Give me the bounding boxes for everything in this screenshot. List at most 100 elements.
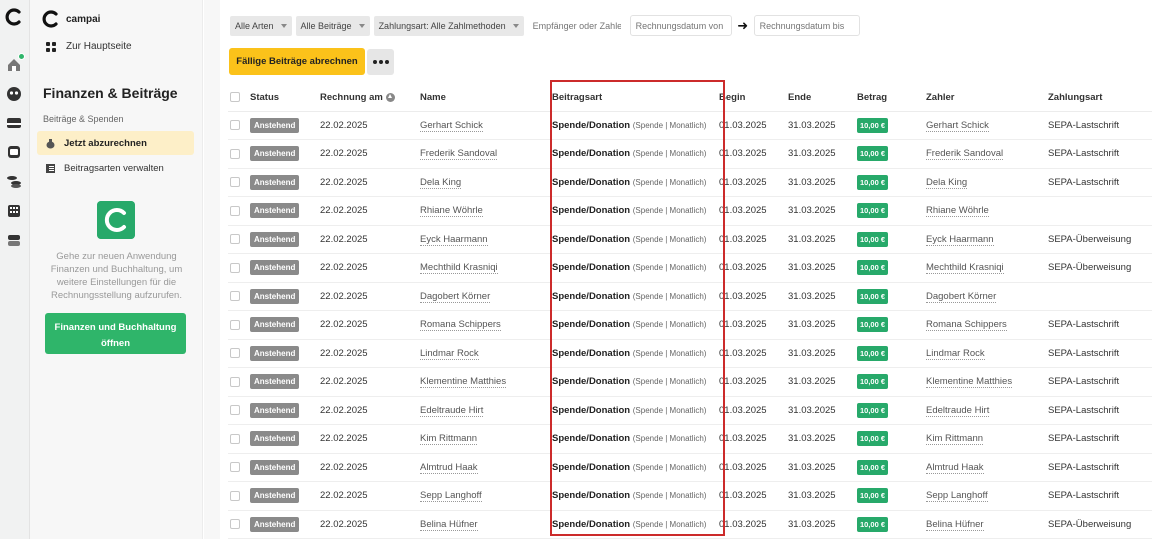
row-checkbox[interactable]: [230, 291, 240, 302]
member-name-link[interactable]: Gerhart Schick: [420, 119, 483, 132]
invoice-date-cell: 22.02.2025: [318, 339, 418, 368]
campai-logo[interactable]: [5, 8, 23, 26]
table-row[interactable]: Anstehend 22.02.2025 Belina Hüfner Spende/D…: [228, 510, 1152, 539]
recipient-input[interactable]: [527, 15, 626, 36]
payer-link[interactable]: Frederik Sandoval: [926, 148, 1004, 161]
payer-cell: Dela King: [924, 168, 1046, 197]
table-row[interactable]: Anstehend 22.02.2025 Edeltraude Hirt Spende…: [228, 396, 1152, 425]
types-select[interactable]: Alle Arten: [230, 15, 292, 36]
payer-link[interactable]: Gerhart Schick: [926, 119, 989, 132]
payer-link[interactable]: Almtrud Haak: [926, 461, 984, 474]
row-checkbox[interactable]: [230, 462, 240, 473]
row-checkbox[interactable]: [230, 148, 240, 159]
payment-method-cell: SEPA-Lastschrift: [1046, 453, 1152, 482]
table-row[interactable]: Anstehend 22.02.2025 Sepp Langhoff Spende/D…: [228, 481, 1152, 511]
payer-link[interactable]: Rhiane Wöhrle: [926, 205, 989, 218]
row-checkbox[interactable]: [230, 376, 240, 387]
row-checkbox[interactable]: [230, 319, 240, 330]
payer-link[interactable]: Kim Rittmann: [926, 433, 984, 446]
amount-badge: 10,00 €: [857, 260, 889, 276]
member-name-link[interactable]: Dagobert Körner: [420, 290, 491, 303]
name-cell: Almtrud Haak: [418, 453, 540, 482]
row-checkbox[interactable]: [230, 405, 240, 416]
brand[interactable]: campai: [42, 10, 100, 28]
member-name-link[interactable]: Belina Hüfner: [420, 518, 478, 531]
col-payment-method[interactable]: Zahlungsart: [1046, 84, 1152, 112]
table-row[interactable]: Anstehend 22.02.2025 Lindmar Rock Spende/Do…: [228, 339, 1152, 368]
date-to-input[interactable]: [753, 15, 860, 36]
select-all-checkbox[interactable]: [230, 92, 240, 103]
row-checkbox[interactable]: [230, 205, 240, 216]
member-name-link[interactable]: Frederik Sandoval: [420, 148, 498, 161]
payer-link[interactable]: Edeltraude Hirt: [926, 404, 990, 417]
table-row[interactable]: Anstehend 22.02.2025 Mechthild Krasniqi Spe…: [228, 253, 1152, 283]
table-row[interactable]: Anstehend 22.02.2025 Dagobert Körner Spende…: [228, 282, 1152, 311]
payer-link[interactable]: Klementine Matthies: [926, 376, 1013, 389]
stack-icon[interactable]: [6, 232, 22, 248]
sidebar-item-due[interactable]: Jetzt abzurechnen: [37, 131, 194, 155]
open-finance-button[interactable]: Finanzen und Buchhaltung öffnen: [45, 313, 186, 354]
date-from-input[interactable]: [629, 15, 732, 36]
col-payer[interactable]: Zahler: [924, 84, 1046, 112]
col-name[interactable]: Name: [418, 84, 540, 112]
fee-type-name: Spende/Donation: [552, 319, 631, 331]
payer-link[interactable]: Dagobert Körner: [926, 290, 997, 303]
row-checkbox[interactable]: [230, 262, 240, 273]
member-name-link[interactable]: Almtrud Haak: [420, 461, 478, 474]
table-row[interactable]: Anstehend 22.02.2025 Dela King Spende/Donat…: [228, 168, 1152, 197]
member-name-link[interactable]: Edeltraude Hirt: [420, 404, 484, 417]
payer-link[interactable]: Mechthild Krasniqi: [926, 262, 1004, 275]
table-row[interactable]: Anstehend 22.02.2025 Romana Schippers Spend…: [228, 310, 1152, 340]
table-row[interactable]: Anstehend 22.02.2025 Gerhart Schick Spende/…: [228, 111, 1152, 140]
member-name-link[interactable]: Eyck Haarmann: [420, 233, 488, 246]
col-invoice-date[interactable]: Rechnung am: [318, 84, 418, 112]
more-actions-button[interactable]: [367, 49, 394, 75]
home-link[interactable]: Zur Hauptseite: [46, 41, 132, 52]
payer-link[interactable]: Sepp Langhoff: [926, 490, 988, 503]
payer-link[interactable]: Dela King: [926, 176, 968, 189]
row-checkbox[interactable]: [230, 433, 240, 444]
folder-icon[interactable]: [6, 115, 22, 131]
box-icon[interactable]: [6, 144, 22, 160]
col-begin[interactable]: Begin: [717, 84, 786, 112]
member-name-link[interactable]: Rhiane Wöhrle: [420, 205, 483, 218]
row-checkbox[interactable]: [230, 177, 240, 188]
member-name-link[interactable]: Dela King: [420, 176, 462, 189]
table-row[interactable]: Anstehend 22.02.2025 Eyck Haarmann Spende/D…: [228, 225, 1152, 254]
payer-link[interactable]: Belina Hüfner: [926, 518, 984, 531]
row-checkbox[interactable]: [230, 519, 240, 530]
member-name-link[interactable]: Romana Schippers: [420, 319, 501, 332]
payment-method-select[interactable]: Zahlungsart: Alle Zahlmethoden: [373, 15, 524, 36]
status-badge: Anstehend: [250, 288, 300, 304]
member-name-link[interactable]: Klementine Matthies: [420, 376, 507, 389]
sort-asc-icon[interactable]: [385, 92, 395, 102]
payer-link[interactable]: Lindmar Rock: [926, 347, 985, 360]
member-name-link[interactable]: Kim Rittmann: [420, 433, 478, 446]
payer-link[interactable]: Eyck Haarmann: [926, 233, 994, 246]
row-checkbox[interactable]: [230, 234, 240, 245]
row-select-cell: [228, 367, 248, 397]
bill-due-fees-button[interactable]: Fällige Beiträge abrechnen: [229, 48, 365, 75]
payer-link[interactable]: Romana Schippers: [926, 319, 1007, 332]
member-name-link[interactable]: Mechthild Krasniqi: [420, 262, 498, 275]
payer-cell: Mechthild Krasniqi: [924, 253, 1046, 283]
fees-select[interactable]: Alle Beiträge: [295, 15, 370, 36]
row-checkbox[interactable]: [230, 120, 240, 131]
table-row[interactable]: Anstehend 22.02.2025 Rhiane Wöhrle Spende/D…: [228, 196, 1152, 226]
col-fee-type[interactable]: Beitragsart: [540, 84, 717, 112]
col-end[interactable]: Ende: [786, 84, 855, 112]
calculator-icon[interactable]: [6, 203, 22, 219]
table-row[interactable]: Anstehend 22.02.2025 Klementine Matthies Sp…: [228, 367, 1152, 397]
table-row[interactable]: Anstehend 22.02.2025 Almtrud Haak Spende/Do…: [228, 453, 1152, 482]
table-row[interactable]: Anstehend 22.02.2025 Frederik Sandoval Spen…: [228, 139, 1152, 169]
coins-icon[interactable]: [6, 173, 22, 189]
member-name-link[interactable]: Lindmar Rock: [420, 347, 479, 360]
row-checkbox[interactable]: [230, 490, 240, 501]
people-icon[interactable]: [6, 86, 22, 102]
col-amount[interactable]: Betrag: [855, 84, 924, 112]
row-checkbox[interactable]: [230, 348, 240, 359]
col-status[interactable]: Status: [248, 84, 318, 112]
member-name-link[interactable]: Sepp Langhoff: [420, 490, 482, 503]
sidebar-item-fee-types[interactable]: Beitragsarten verwalten: [37, 156, 194, 180]
table-row[interactable]: Anstehend 22.02.2025 Kim Rittmann Spende/Do…: [228, 424, 1152, 454]
